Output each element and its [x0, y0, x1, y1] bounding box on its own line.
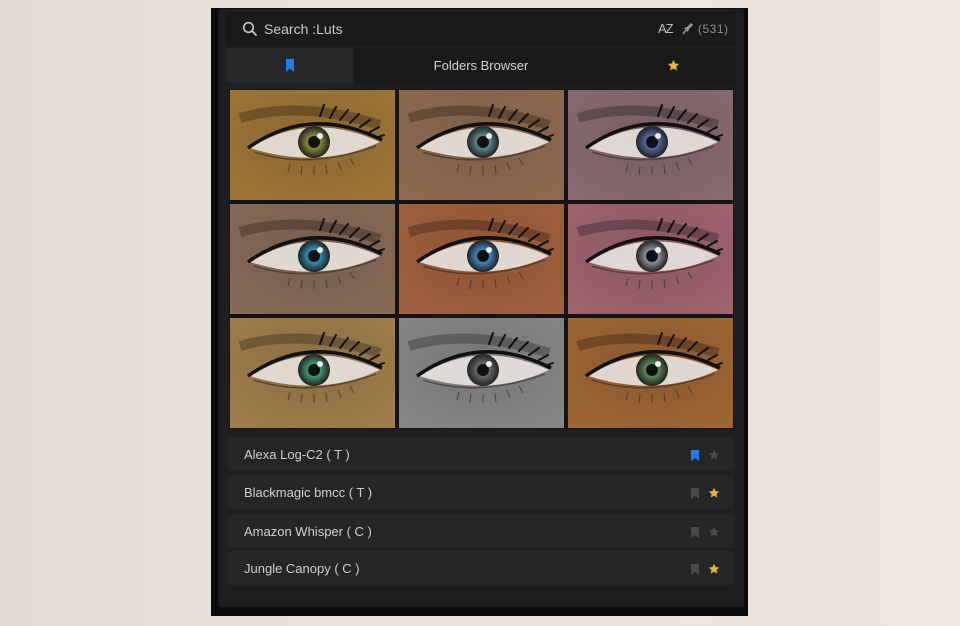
- star-icon[interactable]: [708, 487, 720, 499]
- list-item-label: Jungle Canopy ( C ): [244, 561, 360, 576]
- lut-browser-panel: Search :Luts AZ (531) Folders Browser Al…: [218, 9, 744, 607]
- list-item[interactable]: Jungle Canopy ( C ): [228, 551, 734, 585]
- lut-thumbnail[interactable]: [399, 204, 564, 314]
- lut-thumbnail[interactable]: [568, 204, 733, 314]
- eye-image: [230, 204, 395, 314]
- search-bar[interactable]: Search :Luts AZ (531): [226, 12, 736, 46]
- result-count: (531): [698, 22, 729, 36]
- list-item-label: Amazon Whisper ( C ): [244, 524, 372, 539]
- star-icon[interactable]: [708, 526, 720, 538]
- search-input[interactable]: Search :Luts: [264, 21, 343, 37]
- tab-favorites[interactable]: [610, 48, 736, 83]
- eye-image: [568, 204, 733, 314]
- list-item-label: Alexa Log-C2 ( T ): [244, 447, 350, 462]
- lut-thumbnail[interactable]: [568, 90, 733, 200]
- pin-icon[interactable]: [682, 22, 694, 36]
- list-item[interactable]: Blackmagic bmcc ( T ): [228, 475, 734, 509]
- eye-image: [399, 318, 564, 428]
- list-item-label: Blackmagic bmcc ( T ): [244, 485, 373, 500]
- star-icon[interactable]: [708, 563, 720, 575]
- lut-thumbnail[interactable]: [399, 318, 564, 428]
- lut-thumbnail[interactable]: [568, 318, 733, 428]
- eye-image: [230, 318, 395, 428]
- eye-image: [230, 90, 395, 200]
- list-item[interactable]: Amazon Whisper ( C ): [228, 514, 734, 548]
- bookmark-icon[interactable]: [691, 488, 699, 499]
- lut-thumbnail[interactable]: [230, 318, 395, 428]
- eye-image: [568, 90, 733, 200]
- sort-az-icon[interactable]: AZ: [658, 21, 674, 36]
- lut-thumbnail[interactable]: [230, 90, 395, 200]
- tab-folders-browser[interactable]: Folders Browser: [356, 48, 606, 83]
- bookmark-icon[interactable]: [691, 450, 699, 461]
- search-icon: [242, 21, 257, 36]
- eye-image: [568, 318, 733, 428]
- lut-thumbnail[interactable]: [399, 90, 564, 200]
- eye-image: [399, 204, 564, 314]
- tab-bar: Folders Browser: [226, 48, 736, 83]
- bookmark-icon[interactable]: [691, 527, 699, 538]
- tab-bookmarks[interactable]: [226, 48, 353, 83]
- bookmark-icon[interactable]: [691, 564, 699, 575]
- eye-image: [399, 90, 564, 200]
- list-item[interactable]: Alexa Log-C2 ( T ): [228, 437, 734, 471]
- lut-preview-grid: [229, 89, 734, 429]
- bookmark-icon: [285, 59, 294, 72]
- lut-thumbnail[interactable]: [230, 204, 395, 314]
- star-icon: [667, 59, 679, 71]
- star-icon[interactable]: [708, 449, 720, 461]
